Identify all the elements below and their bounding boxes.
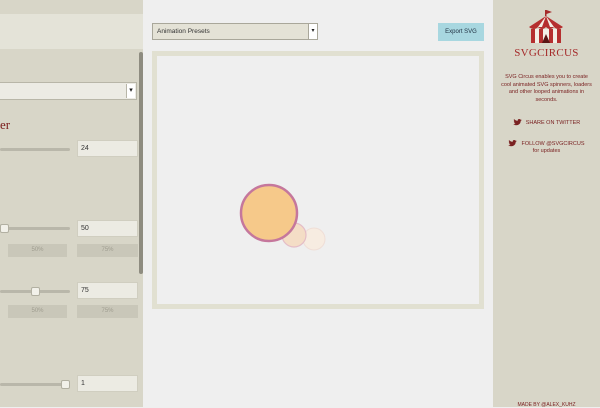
controls-panel: ▾ er 24 50 50% 75% 75 50% 75% 1 xyxy=(0,0,143,407)
slider-track[interactable] xyxy=(0,227,70,230)
twitter-icon xyxy=(512,119,522,126)
follow-sub-label: for updates xyxy=(532,147,561,154)
follow-svgcircus-label: FOLLOW @SVGCIRCUS xyxy=(521,140,585,147)
preset-75-button[interactable]: 75% xyxy=(77,244,138,257)
chevron-down-icon: ▾ xyxy=(308,24,317,39)
brand-panel: SVGCIRCUS SVG Circus enables you to crea… xyxy=(493,0,600,408)
logo-circus-text: CIRCUS xyxy=(537,47,579,59)
value-input[interactable]: 1 xyxy=(77,375,138,392)
slider-thumb[interactable] xyxy=(61,380,70,389)
share-on-twitter-link[interactable]: SHARE ON TWITTER xyxy=(493,119,600,127)
slider-thumb[interactable] xyxy=(31,287,40,296)
section-heading: er xyxy=(0,117,11,132)
value-input[interactable]: 24 xyxy=(77,140,138,157)
brand-description: SVG Circus enables you to create cool an… xyxy=(501,74,592,103)
slider-track[interactable] xyxy=(0,148,70,151)
main-circle xyxy=(239,183,299,243)
preview-canvas xyxy=(157,56,479,304)
made-by-credit[interactable]: MADE BY @ALEX_KUHZ xyxy=(493,402,600,408)
preset-50-button[interactable]: 50% xyxy=(8,244,67,257)
controls-header xyxy=(0,14,143,49)
value-input[interactable]: 50 xyxy=(77,220,138,237)
controls-scrollbar[interactable] xyxy=(139,52,143,274)
slider-thumb[interactable] xyxy=(0,224,9,233)
preset-75-button[interactable]: 75% xyxy=(77,305,138,318)
share-on-twitter-label: SHARE ON TWITTER xyxy=(525,119,581,126)
twitter-icon xyxy=(508,140,518,147)
export-svg-button[interactable]: Export SVG xyxy=(438,23,484,41)
preset-50-button[interactable]: 50% xyxy=(8,305,67,318)
logo-svg-text: SVG xyxy=(514,47,538,59)
animation-presets-select[interactable]: Animation Presets ▾ xyxy=(152,23,318,40)
property-select[interactable]: ▾ xyxy=(0,82,137,100)
slider-track[interactable] xyxy=(0,383,70,386)
follow-svgcircus-link[interactable]: FOLLOW @SVGCIRCUS for updates xyxy=(493,140,600,155)
select-arrow-icon: ▾ xyxy=(126,84,135,98)
brand-logo-text: SVGCIRCUS xyxy=(493,47,600,59)
circus-tent-icon xyxy=(529,10,563,43)
value-input[interactable]: 75 xyxy=(77,282,138,299)
animation-presets-label: Animation Presets xyxy=(157,28,210,35)
preview-canvas-frame xyxy=(152,51,484,309)
trail-circle-small xyxy=(302,227,326,251)
animation-preview xyxy=(239,183,326,251)
